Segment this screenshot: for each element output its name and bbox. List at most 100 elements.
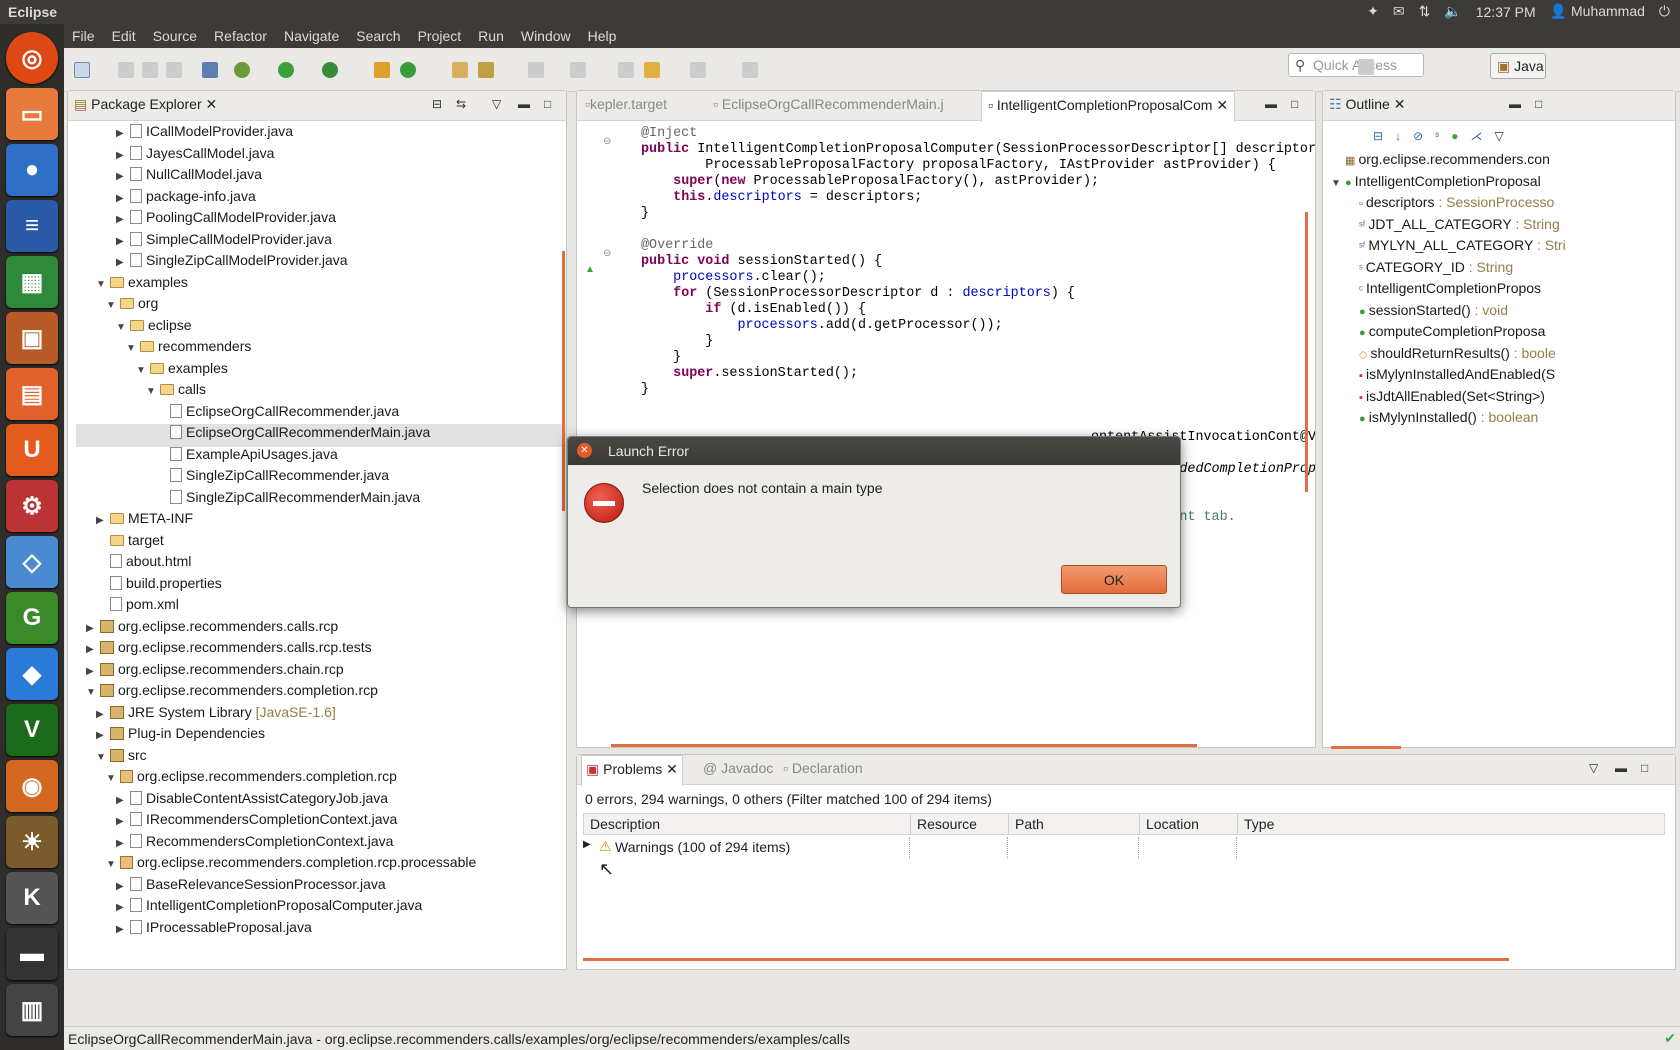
tree-item[interactable]: EclipseOrgCallRecommenderMain.java — [76, 424, 566, 447]
outline-item[interactable]: ᶜ IntelligentCompletionPropos — [1359, 280, 1541, 303]
dropbox-launcher-icon[interactable]: ◆ — [6, 648, 58, 700]
maximize-icon[interactable]: □ — [1291, 97, 1298, 111]
collapsed-icon[interactable]: ▶ — [116, 257, 130, 268]
forward-icon[interactable] — [690, 62, 706, 78]
outline-item[interactable]: ▪ isMylynInstalledAndEnabled(S — [1359, 366, 1555, 389]
mail-icon[interactable]: ✉ — [1393, 3, 1405, 20]
collapsed-icon[interactable]: ▶ — [86, 623, 100, 634]
collapsed-icon[interactable]: ▶ — [116, 795, 130, 806]
tree-item[interactable]: ▶ JRE System Library [JavaSE-1.6] — [96, 704, 336, 727]
expanded-icon[interactable]: ▼ — [106, 773, 120, 784]
tree-item[interactable]: ▼ eclipse — [116, 317, 192, 340]
expanded-icon[interactable]: ▼ — [96, 279, 110, 290]
pin-editor-icon[interactable] — [742, 62, 758, 78]
open-type-icon[interactable] — [452, 62, 468, 78]
kdiff-icon[interactable]: K — [6, 872, 58, 924]
tree-item[interactable]: ▶ META-INF — [96, 510, 193, 533]
close-icon[interactable]: ✕ — [1216, 97, 1228, 113]
tree-item[interactable]: target — [96, 532, 164, 555]
collapsed-icon[interactable]: ▶ — [116, 128, 130, 139]
calc-icon[interactable]: ▦ — [6, 256, 58, 308]
tree-item[interactable]: ▶ SingleZipCallModelProvider.java — [116, 252, 348, 275]
tree-item[interactable]: ▶ RecommendersCompletionContext.java — [116, 833, 393, 856]
tab-intelligent-completion[interactable]: ▫ IntelligentCompletionProposalCom ✕ — [981, 91, 1236, 122]
col-type[interactable]: Type — [1237, 814, 1274, 834]
close-icon[interactable]: ✕ — [1394, 96, 1406, 112]
package-explorer-tab[interactable]: ▤ Package Explorer ✕ — [74, 96, 217, 113]
expanded-icon[interactable]: ▼ — [126, 343, 140, 354]
java-perspective-button[interactable]: ▣ Java — [1490, 53, 1546, 79]
tree-item[interactable]: ▼ org — [106, 295, 158, 318]
print-icon[interactable] — [166, 62, 182, 78]
view-menu-icon[interactable]: ▽ — [492, 97, 501, 111]
menu-file[interactable]: File — [72, 28, 95, 44]
tab-eclipse-main[interactable]: ▫ EclipseOrgCallRecommenderMain.j — [713, 96, 944, 112]
tree-item[interactable]: ▶ org.eclipse.recommenders.calls.rcp — [86, 618, 338, 641]
outline-tab[interactable]: ☷ Outline ✕ — [1329, 96, 1405, 113]
collapsed-icon[interactable]: ▶ — [116, 881, 130, 892]
tree-item[interactable]: SingleZipCallRecommenderMain.java — [156, 489, 420, 512]
tab-kepler-target[interactable]: ▫kepler.target — [585, 96, 667, 112]
search-toolbar-icon[interactable] — [478, 62, 494, 78]
expanded-icon[interactable]: ▼ — [96, 752, 110, 763]
menu-project[interactable]: Project — [418, 28, 462, 44]
tree-item[interactable]: ExampleApiUsages.java — [156, 446, 338, 469]
virtualbox-icon[interactable]: ◇ — [6, 536, 58, 588]
tree-item[interactable]: ▼ src — [96, 747, 147, 770]
tree-item[interactable]: ▶ NullCallModel.java — [116, 166, 262, 189]
collapsed-icon[interactable]: ▶ — [116, 924, 130, 935]
collapsed-icon[interactable]: ▶ — [116, 236, 130, 247]
collapsed-icon[interactable]: ▶ — [96, 709, 110, 720]
tree-item[interactable]: ▼ org.eclipse.recommenders.completion.rcp… — [106, 854, 476, 877]
tree-item[interactable]: ▶ package-info.java — [116, 188, 256, 211]
menu-help[interactable]: Help — [588, 28, 617, 44]
fold-icon[interactable]: ⊖ — [603, 248, 611, 259]
skip-breakpoints-icon[interactable] — [202, 62, 218, 78]
tree-item[interactable]: ▶ SimpleCallModelProvider.java — [116, 231, 332, 254]
menu-navigate[interactable]: Navigate — [284, 28, 339, 44]
tree-item[interactable]: ▶ IProcessableProposal.java — [116, 919, 312, 942]
files-icon[interactable]: ▭ — [6, 88, 58, 140]
sort-icon[interactable]: ↓ — [1395, 129, 1401, 143]
expanded-icon[interactable]: ▼ — [136, 365, 150, 376]
tree-item[interactable]: ▶ BaseRelevanceSessionProcessor.java — [116, 876, 386, 899]
tree-item[interactable]: ▶ ICallModelProvider.java — [116, 123, 293, 146]
save-icon[interactable] — [118, 62, 134, 78]
ok-button[interactable]: OK — [1061, 565, 1167, 594]
collapsed-icon[interactable]: ▶ — [86, 644, 100, 655]
gvim-g-icon[interactable]: G — [6, 592, 58, 644]
menu-window[interactable]: Window — [521, 28, 571, 44]
expanded-icon[interactable]: ▼ — [116, 322, 130, 333]
outline-item[interactable]: ▼ ● IntelligentCompletionProposal — [1331, 173, 1541, 196]
next-annotation-icon[interactable] — [528, 62, 544, 78]
back-icon[interactable] — [644, 62, 660, 78]
collapsed-icon[interactable]: ▶ — [116, 171, 130, 182]
col-location[interactable]: Location — [1139, 814, 1199, 834]
clock[interactable]: 12:37 PM — [1476, 4, 1536, 20]
collapsed-icon[interactable]: ▶ — [86, 666, 100, 677]
outline-item[interactable]: ˢᶠ MYLYN_ALL_CATEGORY : Stri — [1359, 237, 1566, 260]
maximize-icon[interactable]: □ — [544, 97, 551, 111]
save-all-icon[interactable] — [142, 62, 158, 78]
col-description[interactable]: Description — [590, 816, 660, 832]
last-edit-icon[interactable] — [618, 62, 634, 78]
hide-static-icon[interactable]: ˢ — [1435, 129, 1439, 143]
drive-icon[interactable]: ▬ — [6, 928, 58, 980]
tree-item[interactable]: ▶ IRecommendersCompletionContext.java — [116, 811, 397, 834]
expanded-icon[interactable]: ▼ — [106, 859, 120, 870]
tree-item[interactable]: ▶ PoolingCallModelProvider.java — [116, 209, 336, 232]
collapsed-icon[interactable]: ▶ — [116, 902, 130, 913]
menu-refactor[interactable]: Refactor — [214, 28, 267, 44]
outline-item[interactable]: ◇ shouldReturnResults() : boole — [1359, 345, 1556, 368]
hide-fields-icon[interactable]: ⊘ — [1413, 129, 1423, 143]
writer-icon[interactable]: ≡ — [6, 200, 58, 252]
menu-search[interactable]: Search — [356, 28, 400, 44]
expanded-icon[interactable]: ▼ — [146, 386, 160, 397]
tree-item[interactable]: ▶ org.eclipse.recommenders.chain.rcp — [86, 661, 344, 684]
expanded-icon[interactable]: ▼ — [106, 300, 120, 311]
tab-declaration[interactable]: ▫ Declaration — [783, 760, 863, 776]
outline-item[interactable]: ● sessionStarted() : void — [1359, 302, 1508, 325]
collapse-all-icon[interactable]: ⊟ — [1373, 129, 1383, 143]
hide-nonpublic-icon[interactable]: ● — [1451, 129, 1458, 143]
outline-item[interactable]: ▫ descriptors : SessionProcesso — [1359, 194, 1554, 217]
